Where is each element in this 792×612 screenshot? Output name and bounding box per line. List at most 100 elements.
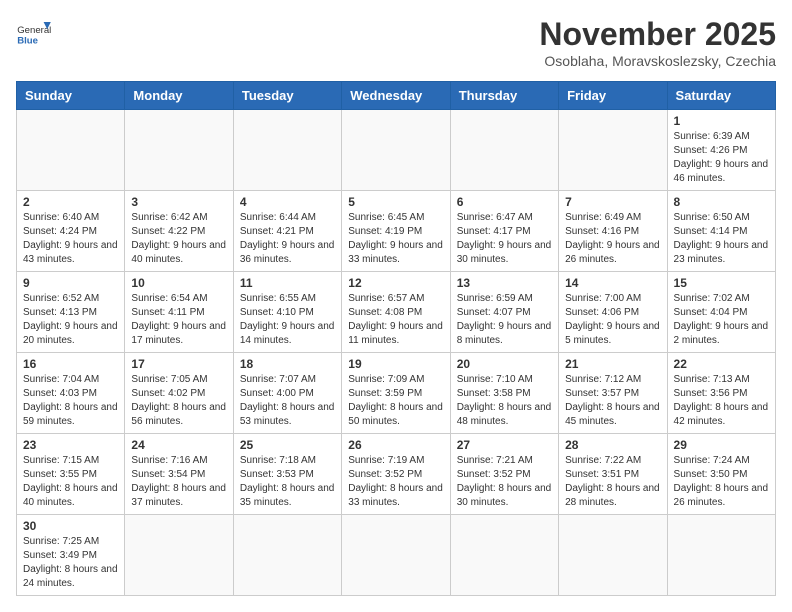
month-title: November 2025 [539,16,776,53]
day-number: 17 [131,357,226,371]
weekday-header-tuesday: Tuesday [233,82,341,110]
calendar-cell [450,515,558,596]
calendar-week-row: 16Sunrise: 7:04 AM Sunset: 4:03 PM Dayli… [17,353,776,434]
day-info: Sunrise: 7:00 AM Sunset: 4:06 PM Dayligh… [565,292,660,348]
calendar-week-row: 23 Sunrise: 7:15 AM Sunset: 3:55 PM Dayli… [17,434,776,515]
day-number: 28 [565,438,660,452]
calendar-cell [342,515,450,596]
calendar-cell: 30Sunrise: 7:25 AM Sunset: 3:49 PM Dayli… [17,515,125,596]
day-number: 30 [23,519,118,533]
day-info: Sunrise: 7:05 AM Sunset: 4:02 PM Dayligh… [131,373,226,429]
calendar-cell: 18 Sunrise: 7:07 AM Sunset: 4:00 PM Dayli… [233,353,341,434]
title-section: November 2025 Osoblaha, Moravskoslezsky,… [539,16,776,69]
day-info: Sunrise: 6:47 AM Sunset: 4:17 PM Dayligh… [457,211,552,267]
calendar-cell: 15Sunrise: 7:02 AM Sunset: 4:04 PM Dayli… [667,272,775,353]
day-number: 15 [674,276,769,290]
calendar-table: SundayMondayTuesdayWednesdayThursdayFrid… [16,81,776,596]
weekday-header-monday: Monday [125,82,233,110]
day-info: Sunrise: 7:21 AM Sunset: 3:52 PM Dayligh… [457,454,552,510]
day-number: 25 [240,438,335,452]
calendar-week-row: 1 Sunrise: 6:39 AM Sunset: 4:26 PM Daylig… [17,110,776,191]
weekday-header-thursday: Thursday [450,82,558,110]
logo-icon: General Blue [16,16,52,52]
day-info: Sunrise: 6:52 AM Sunset: 4:13 PM Dayligh… [23,292,118,348]
day-number: 24 [131,438,226,452]
logo: General Blue [16,16,52,52]
day-info: Sunrise: 7:13 AM Sunset: 3:56 PM Dayligh… [674,373,769,429]
calendar-week-row: 2 Sunrise: 6:40 AM Sunset: 4:24 PM Daylig… [17,191,776,272]
day-info: Sunrise: 6:50 AM Sunset: 4:14 PM Dayligh… [674,211,769,267]
calendar-cell: 25Sunrise: 7:18 AM Sunset: 3:53 PM Dayli… [233,434,341,515]
day-info: Sunrise: 6:39 AM Sunset: 4:26 PM Dayligh… [674,130,769,186]
calendar-cell: 14Sunrise: 7:00 AM Sunset: 4:06 PM Dayli… [559,272,667,353]
calendar-cell [125,515,233,596]
calendar-cell [233,515,341,596]
calendar-cell: 20 Sunrise: 7:10 AM Sunset: 3:58 PM Dayli… [450,353,558,434]
day-number: 26 [348,438,443,452]
day-number: 5 [348,195,443,209]
day-number: 27 [457,438,552,452]
day-info: Sunrise: 6:44 AM Sunset: 4:21 PM Dayligh… [240,211,335,267]
day-info: Sunrise: 7:22 AM Sunset: 3:51 PM Dayligh… [565,454,660,510]
calendar-cell [342,110,450,191]
day-number: 4 [240,195,335,209]
calendar-cell: 28 Sunrise: 7:22 AM Sunset: 3:51 PM Dayli… [559,434,667,515]
calendar-cell: 17 Sunrise: 7:05 AM Sunset: 4:02 PM Dayli… [125,353,233,434]
calendar-cell [559,515,667,596]
day-info: Sunrise: 7:15 AM Sunset: 3:55 PM Dayligh… [23,454,118,510]
weekday-header-row: SundayMondayTuesdayWednesdayThursdayFrid… [17,82,776,110]
day-number: 19 [348,357,443,371]
weekday-header-wednesday: Wednesday [342,82,450,110]
day-info: Sunrise: 6:57 AM Sunset: 4:08 PM Dayligh… [348,292,443,348]
calendar-cell: 19 Sunrise: 7:09 AM Sunset: 3:59 PM Dayli… [342,353,450,434]
calendar-cell [559,110,667,191]
day-number: 18 [240,357,335,371]
day-number: 13 [457,276,552,290]
calendar-cell: 1 Sunrise: 6:39 AM Sunset: 4:26 PM Daylig… [667,110,775,191]
day-info: Sunrise: 7:16 AM Sunset: 3:54 PM Dayligh… [131,454,226,510]
day-number: 8 [674,195,769,209]
day-number: 1 [674,114,769,128]
day-number: 22 [674,357,769,371]
calendar-cell: 2 Sunrise: 6:40 AM Sunset: 4:24 PM Daylig… [17,191,125,272]
day-number: 2 [23,195,118,209]
day-info: Sunrise: 7:04 AM Sunset: 4:03 PM Dayligh… [23,373,118,429]
day-number: 11 [240,276,335,290]
day-info: Sunrise: 6:45 AM Sunset: 4:19 PM Dayligh… [348,211,443,267]
calendar-cell: 22 Sunrise: 7:13 AM Sunset: 3:56 PM Dayli… [667,353,775,434]
day-info: Sunrise: 7:19 AM Sunset: 3:52 PM Dayligh… [348,454,443,510]
day-info: Sunrise: 7:10 AM Sunset: 3:58 PM Dayligh… [457,373,552,429]
calendar-cell: 13 Sunrise: 6:59 AM Sunset: 4:07 PM Dayli… [450,272,558,353]
calendar-cell [450,110,558,191]
day-number: 23 [23,438,118,452]
calendar-cell: 7Sunrise: 6:49 AM Sunset: 4:16 PM Daylig… [559,191,667,272]
calendar-cell: 3Sunrise: 6:42 AM Sunset: 4:22 PM Daylig… [125,191,233,272]
page-header: General Blue November 2025 Osoblaha, Mor… [16,16,776,69]
day-number: 21 [565,357,660,371]
calendar-cell: 24 Sunrise: 7:16 AM Sunset: 3:54 PM Dayli… [125,434,233,515]
calendar-cell: 6 Sunrise: 6:47 AM Sunset: 4:17 PM Daylig… [450,191,558,272]
calendar-cell: 11 Sunrise: 6:55 AM Sunset: 4:10 PM Dayli… [233,272,341,353]
calendar-cell: 21 Sunrise: 7:12 AM Sunset: 3:57 PM Dayli… [559,353,667,434]
day-number: 7 [565,195,660,209]
day-info: Sunrise: 6:55 AM Sunset: 4:10 PM Dayligh… [240,292,335,348]
day-info: Sunrise: 7:12 AM Sunset: 3:57 PM Dayligh… [565,373,660,429]
day-number: 6 [457,195,552,209]
calendar-cell [125,110,233,191]
svg-text:Blue: Blue [17,36,38,47]
calendar-cell: 29Sunrise: 7:24 AM Sunset: 3:50 PM Dayli… [667,434,775,515]
day-number: 3 [131,195,226,209]
day-info: Sunrise: 6:40 AM Sunset: 4:24 PM Dayligh… [23,211,118,267]
day-number: 9 [23,276,118,290]
day-info: Sunrise: 6:59 AM Sunset: 4:07 PM Dayligh… [457,292,552,348]
day-info: Sunrise: 7:07 AM Sunset: 4:00 PM Dayligh… [240,373,335,429]
calendar-cell: 23 Sunrise: 7:15 AM Sunset: 3:55 PM Dayli… [17,434,125,515]
weekday-header-friday: Friday [559,82,667,110]
calendar-cell: 27 Sunrise: 7:21 AM Sunset: 3:52 PM Dayli… [450,434,558,515]
calendar-week-row: 9 Sunrise: 6:52 AM Sunset: 4:13 PM Daylig… [17,272,776,353]
day-number: 12 [348,276,443,290]
weekday-header-sunday: Sunday [17,82,125,110]
day-number: 20 [457,357,552,371]
day-info: Sunrise: 7:09 AM Sunset: 3:59 PM Dayligh… [348,373,443,429]
calendar-cell: 16Sunrise: 7:04 AM Sunset: 4:03 PM Dayli… [17,353,125,434]
